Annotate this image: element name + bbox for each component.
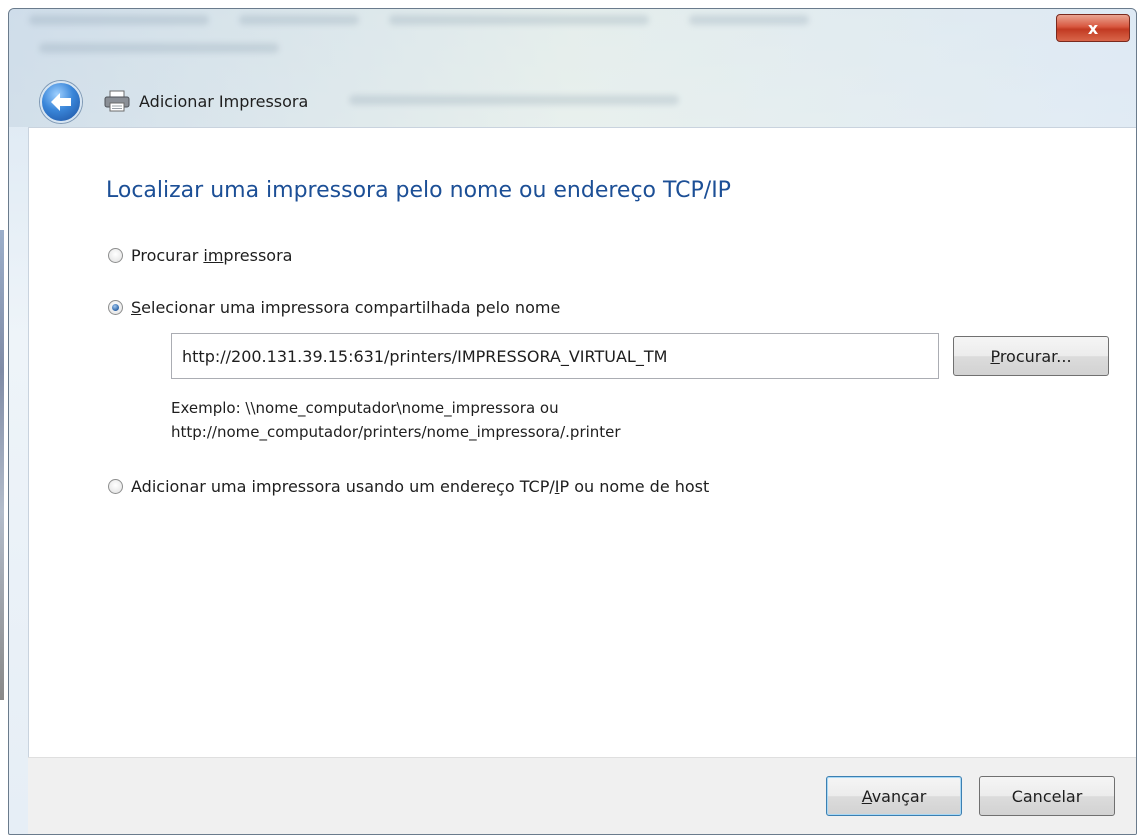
wizard-title: Adicionar Impressora [139,91,309,111]
option-shared-by-name-label: Selecionar uma impressora compartilhada … [131,298,561,317]
back-button[interactable] [40,81,82,123]
option-browse-printer-label: Procurar impressora [131,246,293,265]
close-button[interactable]: x [1056,14,1130,42]
back-arrow-icon [51,93,71,111]
wizard-footer: Avançar Cancelar [28,757,1136,834]
add-printer-dialog: x Adicionar Impressora Localizar uma imp… [8,8,1137,835]
close-icon: x [1087,18,1099,38]
page-title: Localizar uma impressora pelo nome ou en… [106,178,731,203]
option-tcpip-hostname[interactable]: Adicionar uma impressora usando um ender… [108,477,709,496]
example-hint: Exemplo: \\nome_computador\nome_impresso… [171,396,621,444]
wizard-header: Adicionar Impressora [103,85,308,117]
browse-button[interactable]: Procurar... [953,336,1109,376]
cancel-button[interactable]: Cancelar [979,776,1115,816]
next-button[interactable]: Avançar [826,776,962,816]
radio-tcpip-hostname[interactable] [108,479,123,494]
shared-printer-name-input[interactable] [171,333,939,379]
radio-shared-by-name[interactable] [108,300,123,315]
printer-icon [104,90,130,112]
radio-browse-printer[interactable] [108,248,123,263]
example-line-1: Exemplo: \\nome_computador\nome_impresso… [171,399,559,417]
background-window-edge [0,230,4,700]
option-tcpip-hostname-label: Adicionar uma impressora usando um ender… [131,477,710,496]
wizard-content: Localizar uma impressora pelo nome ou en… [28,127,1136,757]
option-browse-printer[interactable]: Procurar impressora [108,246,292,265]
example-line-2: http://nome_computador/printers/nome_imp… [171,423,621,441]
option-shared-by-name[interactable]: Selecionar uma impressora compartilhada … [108,298,560,317]
